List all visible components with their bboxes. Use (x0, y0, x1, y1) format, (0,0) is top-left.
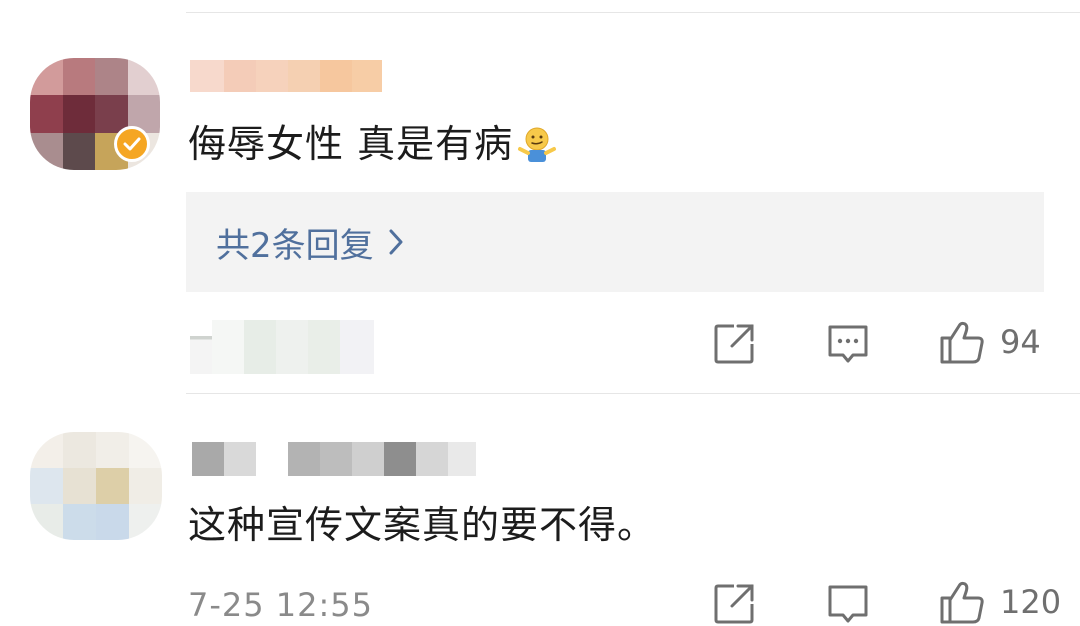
comment-divider (186, 393, 1080, 394)
thumbs-up-icon (940, 581, 984, 624)
like-button[interactable]: 120 (938, 578, 1061, 626)
comment-text: 侮辱女性 真是有病 (188, 124, 557, 164)
view-replies-link[interactable]: 共2条回复 (216, 218, 404, 267)
share-icon (714, 584, 754, 624)
thumbs-up-icon (940, 321, 984, 364)
verified-badge-icon (114, 126, 150, 162)
chevron-right-icon (389, 229, 403, 255)
avatar[interactable] (30, 432, 162, 540)
reply-box: 共2条回复 (186, 192, 1044, 292)
comment-text: 这种宣传文案真的要不得。 (188, 503, 657, 547)
share-icon (714, 324, 754, 364)
username[interactable] (190, 60, 382, 92)
comment-icon (828, 325, 868, 363)
like-count: 120 (1000, 583, 1062, 621)
top-divider (186, 12, 1080, 13)
username[interactable] (192, 442, 476, 476)
comment-button[interactable] (826, 322, 870, 366)
like-button[interactable]: 94 (938, 318, 1041, 366)
timestamp: 7-25 12:55 (188, 586, 374, 624)
comment-icon (828, 585, 868, 623)
comment-button[interactable] (826, 582, 870, 626)
like-count: 94 (1000, 323, 1041, 361)
share-button[interactable] (712, 322, 756, 366)
shrug-emoji-icon (518, 127, 557, 162)
timestamp-blurred (190, 320, 374, 374)
share-button[interactable] (712, 582, 756, 626)
